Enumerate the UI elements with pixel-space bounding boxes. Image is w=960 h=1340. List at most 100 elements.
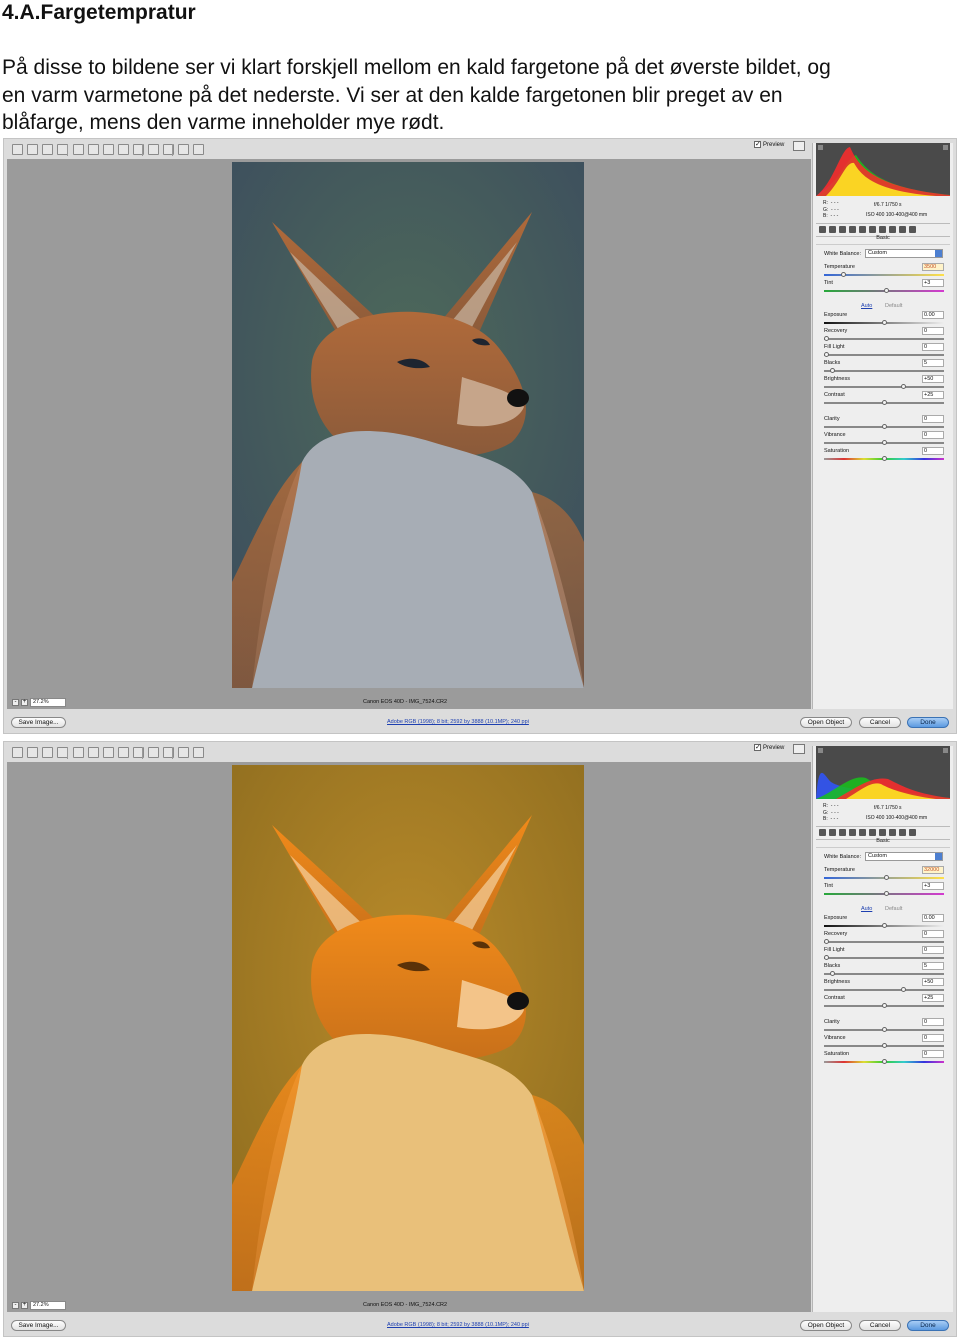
panel-tab-icon[interactable] [899,226,906,233]
panel-tab-icon[interactable] [859,829,866,836]
slider-track[interactable] [824,354,944,356]
auto-link[interactable]: Auto [861,303,872,309]
cancel-button[interactable]: Cancel [859,1320,901,1331]
zoom-select[interactable]: 27.2% [30,1301,66,1310]
slider-thumb[interactable] [882,400,887,405]
fullscreen-icon[interactable] [793,744,805,754]
preview-toggle[interactable]: ✓ Preview [754,744,784,751]
default-link[interactable]: Default [885,303,902,309]
tool-icon[interactable] [88,747,99,758]
slider-value-field[interactable]: 5 [922,359,944,367]
panel-tab-icon[interactable] [899,829,906,836]
slider-vibrance[interactable]: Vibrance 0 [824,431,948,447]
slider-value-field[interactable]: 0 [922,447,944,455]
slider-tint[interactable]: Tint +3 [824,882,948,898]
panel-tab-icon[interactable] [849,829,856,836]
slider-value-field[interactable]: 0 [922,1034,944,1042]
slider-value-field[interactable]: 0 [922,415,944,423]
slider-thumb[interactable] [884,875,890,880]
save-image-button[interactable]: Save Image... [11,1320,66,1331]
slider-value-field[interactable]: 0 [922,930,944,938]
panel-tab-icon[interactable] [849,226,856,233]
slider-exposure[interactable]: Exposure 0.00 [824,311,948,327]
slider-temperature[interactable]: Temperature 32000 [824,866,948,882]
slider-brightness[interactable]: Brightness +50 [824,978,948,994]
slider-thumb[interactable] [824,939,829,944]
slider-recovery[interactable]: Recovery 0 [824,930,948,946]
tool-icon[interactable] [12,747,23,758]
slider-thumb[interactable] [882,320,887,325]
slider-thumb[interactable] [900,987,906,992]
panel-tab-icon[interactable] [869,829,876,836]
panel-tab-icon[interactable] [819,829,826,836]
slider-fill-light[interactable]: Fill Light 0 [824,343,948,359]
slider-track[interactable] [824,941,944,943]
tool-icon[interactable] [118,747,129,758]
slider-value-field[interactable]: +50 [922,978,944,986]
slider-thumb[interactable] [882,1027,887,1032]
slider-value-field[interactable]: +3 [922,882,944,890]
slider-value-field[interactable]: 0.00 [922,311,944,319]
cancel-button[interactable]: Cancel [859,717,901,728]
slider-tint[interactable]: Tint +3 [824,279,948,295]
slider-clarity[interactable]: Clarity 0 [824,415,948,431]
preview-toggle[interactable]: ✓ Preview [754,141,784,148]
panel-tab-icon[interactable] [879,829,886,836]
panel-tab-icon[interactable] [909,226,916,233]
slider-saturation[interactable]: Saturation 0 [824,447,948,463]
slider-track[interactable] [824,973,944,975]
slider-track[interactable] [824,370,944,372]
slider-blacks[interactable]: Blacks 5 [824,359,948,375]
tool-icon[interactable] [42,747,53,758]
white-balance-select[interactable]: Custom [865,852,943,861]
zoom-out-icon[interactable]: - [12,699,19,706]
clipping-warning-icon[interactable] [943,748,948,753]
slider-recovery[interactable]: Recovery 0 [824,327,948,343]
workflow-options-link[interactable]: Adobe RGB (1998); 8 bit; 2592 by 3888 (1… [387,719,529,725]
tool-icon[interactable] [103,747,114,758]
panel-tab-icon[interactable] [879,226,886,233]
clipping-warning-icon[interactable] [818,748,823,753]
slider-value-field[interactable]: 0 [922,343,944,351]
tool-icon[interactable] [118,144,129,155]
slider-thumb[interactable] [882,923,887,928]
tool-icon[interactable] [27,144,38,155]
slider-value-field[interactable]: 0 [922,1050,944,1058]
slider-contrast[interactable]: Contrast +25 [824,391,948,407]
tool-icon[interactable] [12,144,23,155]
tool-icon[interactable] [148,144,159,155]
slider-thumb[interactable] [824,955,829,960]
zoom-in-icon[interactable]: + [21,1302,28,1309]
slider-blacks[interactable]: Blacks 5 [824,962,948,978]
slider-value-field[interactable]: +25 [922,391,944,399]
tool-icon[interactable] [73,747,84,758]
tool-icon[interactable] [193,144,204,155]
slider-thumb[interactable] [882,456,887,461]
panel-tab-icon[interactable] [859,226,866,233]
slider-thumb[interactable] [882,1059,887,1064]
zoom-out-icon[interactable]: - [12,1302,19,1309]
tool-icon[interactable] [193,747,204,758]
slider-value-field[interactable]: 0 [922,431,944,439]
panel-tab-icon[interactable] [869,226,876,233]
slider-temperature[interactable]: Temperature 3500 [824,263,948,279]
slider-fill-light[interactable]: Fill Light 0 [824,946,948,962]
checkbox-icon[interactable]: ✓ [754,141,761,148]
panel-tab-icon[interactable] [829,829,836,836]
slider-saturation[interactable]: Saturation 0 [824,1050,948,1066]
done-button[interactable]: Done [907,717,949,728]
slider-clarity[interactable]: Clarity 0 [824,1018,948,1034]
panel-tab-icon[interactable] [889,829,896,836]
checkbox-icon[interactable]: ✓ [754,744,761,751]
tool-icon[interactable] [103,144,114,155]
clipping-warning-icon[interactable] [818,145,823,150]
zoom-select[interactable]: 27.2% [30,698,66,707]
open-object-button[interactable]: Open Object [800,717,852,728]
panel-tab-icon[interactable] [889,226,896,233]
slider-thumb[interactable] [882,424,887,429]
clipping-warning-icon[interactable] [943,145,948,150]
slider-brightness[interactable]: Brightness +50 [824,375,948,391]
slider-track[interactable] [824,386,944,388]
default-link[interactable]: Default [885,906,902,912]
slider-track[interactable] [824,957,944,959]
